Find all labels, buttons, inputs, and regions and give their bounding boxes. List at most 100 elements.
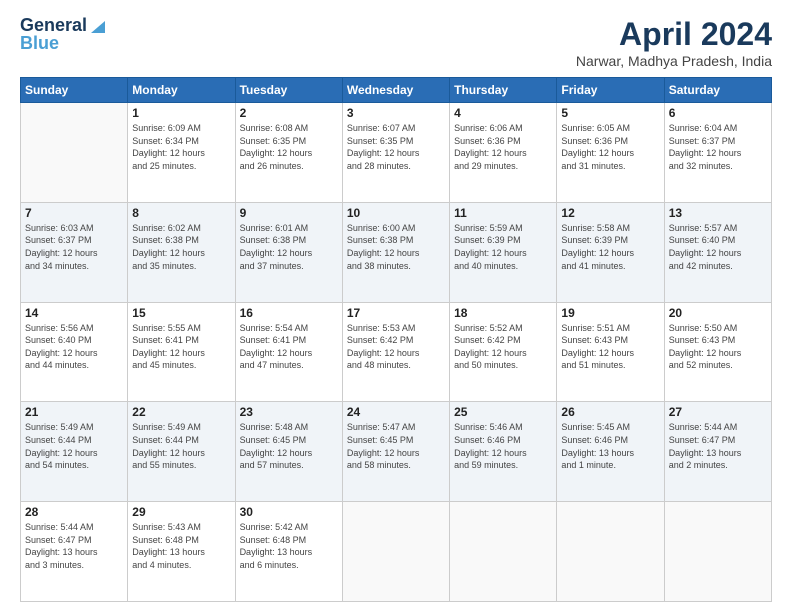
col-saturday: Saturday [664,78,771,103]
day-number: 5 [561,106,659,120]
table-row: 21 Sunrise: 5:49 AM Sunset: 6:44 PM Dayli… [21,402,128,502]
day-info: Sunrise: 5:58 AM Sunset: 6:39 PM Dayligh… [561,222,659,272]
col-sunday: Sunday [21,78,128,103]
table-row: 17 Sunrise: 5:53 AM Sunset: 6:42 PM Dayli… [342,302,449,402]
main-title: April 2024 [576,16,772,53]
subtitle: Narwar, Madhya Pradesh, India [576,53,772,69]
day-number: 17 [347,306,445,320]
calendar-week-row: 28 Sunrise: 5:44 AM Sunset: 6:47 PM Dayli… [21,502,772,602]
day-number: 10 [347,206,445,220]
day-info: Sunrise: 6:08 AM Sunset: 6:35 PM Dayligh… [240,122,338,172]
table-row: 9Sunrise: 6:01 AM Sunset: 6:38 PM Daylig… [235,202,342,302]
table-row: 3Sunrise: 6:07 AM Sunset: 6:35 PM Daylig… [342,103,449,203]
day-info: Sunrise: 5:44 AM Sunset: 6:47 PM Dayligh… [25,521,123,571]
day-info: Sunrise: 5:55 AM Sunset: 6:41 PM Dayligh… [132,322,230,372]
day-info: Sunrise: 5:45 AM Sunset: 6:46 PM Dayligh… [561,421,659,471]
day-number: 27 [669,405,767,419]
day-number: 23 [240,405,338,419]
table-row: 28 Sunrise: 5:44 AM Sunset: 6:47 PM Dayli… [21,502,128,602]
logo: General Blue [20,16,107,54]
table-row [21,103,128,203]
calendar-header-row: Sunday Monday Tuesday Wednesday Thursday… [21,78,772,103]
day-number: 28 [25,505,123,519]
day-number: 19 [561,306,659,320]
table-row: 26Sunrise: 5:45 AM Sunset: 6:46 PM Dayli… [557,402,664,502]
day-info: Sunrise: 6:05 AM Sunset: 6:36 PM Dayligh… [561,122,659,172]
day-number: 2 [240,106,338,120]
col-thursday: Thursday [450,78,557,103]
day-number: 24 [347,405,445,419]
table-row: 4 Sunrise: 6:06 AM Sunset: 6:36 PM Daylig… [450,103,557,203]
day-info: Sunrise: 6:04 AM Sunset: 6:37 PM Dayligh… [669,122,767,172]
day-info: Sunrise: 5:46 AM Sunset: 6:46 PM Dayligh… [454,421,552,471]
table-row: 1 Sunrise: 6:09 AM Sunset: 6:34 PM Daylig… [128,103,235,203]
day-number: 12 [561,206,659,220]
day-number: 22 [132,405,230,419]
day-info: Sunrise: 5:54 AM Sunset: 6:41 PM Dayligh… [240,322,338,372]
day-info: Sunrise: 5:52 AM Sunset: 6:42 PM Dayligh… [454,322,552,372]
page: General Blue April 2024 Narwar, Madhya P… [0,0,792,612]
table-row: 18Sunrise: 5:52 AM Sunset: 6:42 PM Dayli… [450,302,557,402]
day-number: 4 [454,106,552,120]
table-row: 12 Sunrise: 5:58 AM Sunset: 6:39 PM Dayli… [557,202,664,302]
calendar-week-row: 14Sunrise: 5:56 AM Sunset: 6:40 PM Dayli… [21,302,772,402]
day-info: Sunrise: 5:53 AM Sunset: 6:42 PM Dayligh… [347,322,445,372]
day-number: 1 [132,106,230,120]
table-row: 20 Sunrise: 5:50 AM Sunset: 6:43 PM Dayli… [664,302,771,402]
day-info: Sunrise: 6:02 AM Sunset: 6:38 PM Dayligh… [132,222,230,272]
day-info: Sunrise: 5:42 AM Sunset: 6:48 PM Dayligh… [240,521,338,571]
day-info: Sunrise: 5:57 AM Sunset: 6:40 PM Dayligh… [669,222,767,272]
day-info: Sunrise: 5:44 AM Sunset: 6:47 PM Dayligh… [669,421,767,471]
day-info: Sunrise: 5:49 AM Sunset: 6:44 PM Dayligh… [132,421,230,471]
day-number: 30 [240,505,338,519]
table-row: 16 Sunrise: 5:54 AM Sunset: 6:41 PM Dayli… [235,302,342,402]
table-row: 30 Sunrise: 5:42 AM Sunset: 6:48 PM Dayli… [235,502,342,602]
table-row: 2 Sunrise: 6:08 AM Sunset: 6:35 PM Daylig… [235,103,342,203]
table-row: 11 Sunrise: 5:59 AM Sunset: 6:39 PM Dayli… [450,202,557,302]
table-row: 13 Sunrise: 5:57 AM Sunset: 6:40 PM Dayli… [664,202,771,302]
table-row [557,502,664,602]
day-info: Sunrise: 6:09 AM Sunset: 6:34 PM Dayligh… [132,122,230,172]
day-info: Sunrise: 5:47 AM Sunset: 6:45 PM Dayligh… [347,421,445,471]
table-row: 15Sunrise: 5:55 AM Sunset: 6:41 PM Dayli… [128,302,235,402]
header: General Blue April 2024 Narwar, Madhya P… [20,16,772,69]
col-wednesday: Wednesday [342,78,449,103]
day-number: 11 [454,206,552,220]
title-block: April 2024 Narwar, Madhya Pradesh, India [576,16,772,69]
col-monday: Monday [128,78,235,103]
day-number: 20 [669,306,767,320]
table-row: 7 Sunrise: 6:03 AM Sunset: 6:37 PM Daylig… [21,202,128,302]
table-row [450,502,557,602]
col-friday: Friday [557,78,664,103]
day-number: 7 [25,206,123,220]
table-row: 6Sunrise: 6:04 AM Sunset: 6:37 PM Daylig… [664,103,771,203]
logo-triangle-icon [89,17,107,35]
calendar: Sunday Monday Tuesday Wednesday Thursday… [20,77,772,602]
day-number: 13 [669,206,767,220]
table-row: 27 Sunrise: 5:44 AM Sunset: 6:47 PM Dayli… [664,402,771,502]
day-number: 16 [240,306,338,320]
day-info: Sunrise: 5:59 AM Sunset: 6:39 PM Dayligh… [454,222,552,272]
table-row: 23Sunrise: 5:48 AM Sunset: 6:45 PM Dayli… [235,402,342,502]
day-number: 8 [132,206,230,220]
logo-text-blue: Blue [20,34,59,54]
day-number: 3 [347,106,445,120]
table-row: 25Sunrise: 5:46 AM Sunset: 6:46 PM Dayli… [450,402,557,502]
table-row [342,502,449,602]
table-row: 22 Sunrise: 5:49 AM Sunset: 6:44 PM Dayli… [128,402,235,502]
day-number: 9 [240,206,338,220]
day-info: Sunrise: 6:00 AM Sunset: 6:38 PM Dayligh… [347,222,445,272]
day-info: Sunrise: 5:43 AM Sunset: 6:48 PM Dayligh… [132,521,230,571]
col-tuesday: Tuesday [235,78,342,103]
day-number: 14 [25,306,123,320]
table-row: 8 Sunrise: 6:02 AM Sunset: 6:38 PM Daylig… [128,202,235,302]
table-row: 29Sunrise: 5:43 AM Sunset: 6:48 PM Dayli… [128,502,235,602]
table-row: 5 Sunrise: 6:05 AM Sunset: 6:36 PM Daylig… [557,103,664,203]
day-info: Sunrise: 5:50 AM Sunset: 6:43 PM Dayligh… [669,322,767,372]
table-row: 24 Sunrise: 5:47 AM Sunset: 6:45 PM Dayli… [342,402,449,502]
day-number: 21 [25,405,123,419]
day-info: Sunrise: 6:06 AM Sunset: 6:36 PM Dayligh… [454,122,552,172]
calendar-week-row: 21 Sunrise: 5:49 AM Sunset: 6:44 PM Dayli… [21,402,772,502]
day-info: Sunrise: 5:49 AM Sunset: 6:44 PM Dayligh… [25,421,123,471]
day-info: Sunrise: 6:03 AM Sunset: 6:37 PM Dayligh… [25,222,123,272]
